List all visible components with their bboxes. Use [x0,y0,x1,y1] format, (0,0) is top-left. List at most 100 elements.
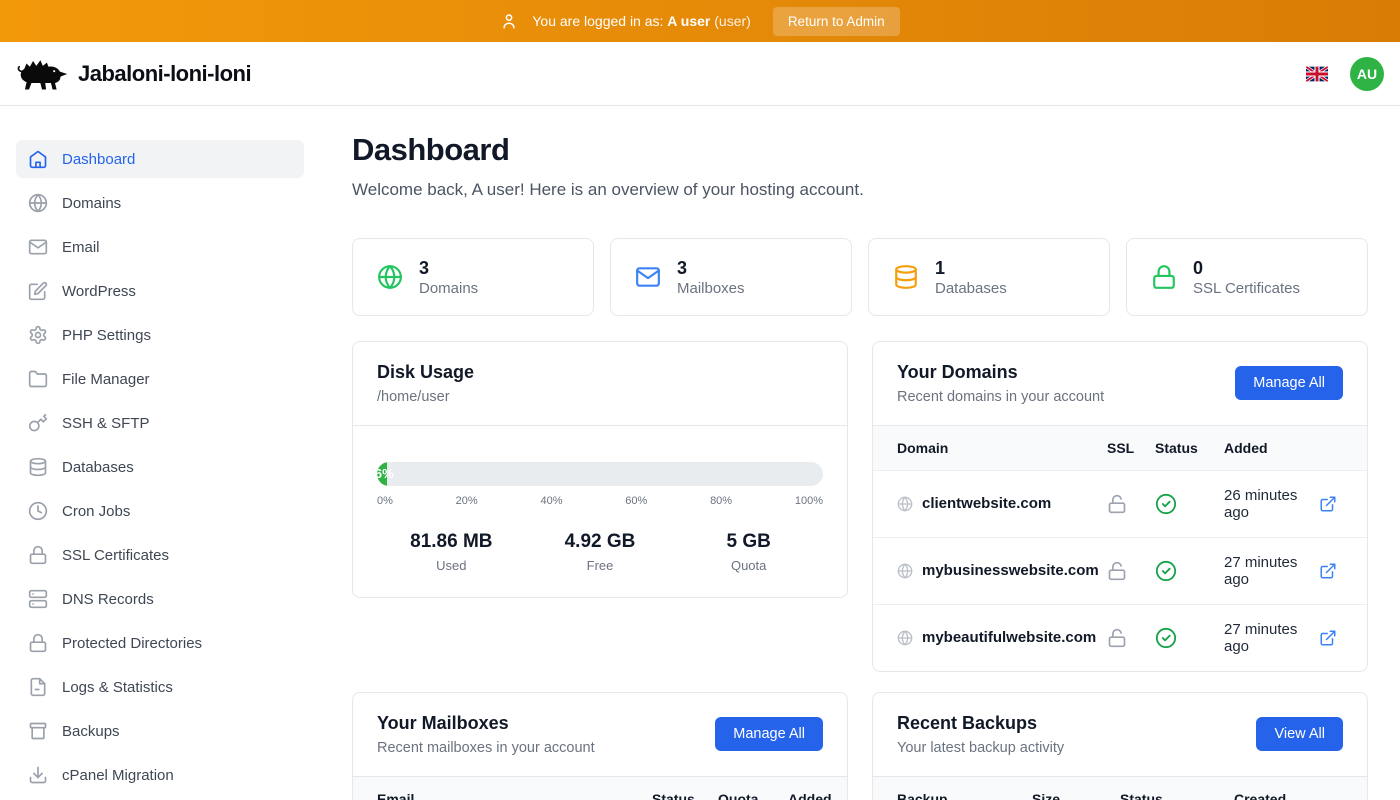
globe-icon [28,193,48,213]
status-active-icon [1155,560,1177,582]
external-link-icon[interactable] [1319,629,1337,647]
external-link-icon[interactable] [1319,495,1337,513]
manage-all-domains-button[interactable]: Manage All [1235,366,1343,400]
mailboxes-card-subtitle: Recent mailboxes in your account [377,740,595,756]
globe-icon [897,563,913,579]
status-active-icon [1155,627,1177,649]
backups-card-subtitle: Your latest backup activity [897,740,1064,756]
disk-stat-free: 4.92 GB Free [526,531,675,573]
stats-row: 3 Domains 3 Mailboxes 1 Databases [352,238,1368,316]
lock-icon [28,545,48,565]
backups-table-header: Backup Size Status Created [873,777,1367,800]
lock-icon [28,633,48,653]
sidebar-item-cpanel-migration[interactable]: cPanel Migration [16,756,304,794]
archive-icon [28,721,48,741]
globe-icon [377,264,403,290]
boar-logo-icon [16,54,68,94]
globe-icon [897,630,913,646]
app-logo[interactable]: Jabaloni-loni-loni [16,54,251,94]
sidebar-item-dashboard[interactable]: Dashboard [16,140,304,178]
sidebar-item-wordpress[interactable]: WordPress [16,272,304,310]
clock-icon [28,501,48,521]
page-title: Dashboard [352,132,1368,168]
database-icon [893,264,919,290]
ssl-unlocked-icon [1107,494,1127,514]
banner-user-name: A user [667,13,710,29]
stat-card-domains[interactable]: 3 Domains [352,238,594,316]
disk-usage-ticks: 0%20%40%60%80%100% [377,495,823,507]
database-icon [28,457,48,477]
domain-added: 27 minutes ago [1224,621,1319,655]
disk-usage-percent: 1.6% [377,462,394,486]
main-content: Dashboard Welcome back, A user! Here is … [320,106,1400,800]
sidebar-item-ssl-certificates[interactable]: SSL Certificates [16,536,304,574]
stat-label: Mailboxes [677,280,745,297]
server-icon [28,589,48,609]
file-text-icon [28,677,48,697]
sidebar-item-dns-records[interactable]: DNS Records [16,580,304,618]
user-icon [500,12,518,30]
globe-icon [897,496,913,512]
stat-value: 0 [1193,257,1300,280]
page-subtitle: Welcome back, A user! Here is an overvie… [352,180,1368,200]
sidebar-item-databases[interactable]: Databases [16,448,304,486]
home-icon [28,149,48,169]
stat-label: SSL Certificates [1193,280,1300,297]
sidebar-item-cron-jobs[interactable]: Cron Jobs [16,492,304,530]
disk-stat-quota: 5 GB Quota [674,531,823,573]
sidebar: Dashboard Domains Email WordPress PHP Se… [0,106,320,800]
gear-icon [28,325,48,345]
folder-icon [28,369,48,389]
domain-added: 27 minutes ago [1224,554,1319,588]
sidebar-item-protected-directories[interactable]: Protected Directories [16,624,304,662]
sidebar-item-logs-statistics[interactable]: Logs & Statistics [16,668,304,706]
stat-value: 3 [419,257,478,280]
disk-usage-title: Disk Usage [377,362,474,383]
mailboxes-card: Your Mailboxes Recent mailboxes in your … [352,692,848,800]
lock-icon [1151,264,1177,290]
impersonation-banner: You are logged in as: A user (user) Retu… [0,0,1400,42]
user-avatar[interactable]: AU [1350,57,1384,91]
stat-value: 3 [677,257,745,280]
external-link-icon[interactable] [1319,562,1337,580]
manage-all-mailboxes-button[interactable]: Manage All [715,717,823,751]
domain-row[interactable]: clientwebsite.com 26 minutes ago [873,470,1367,537]
domains-card-title: Your Domains [897,362,1104,383]
ssl-unlocked-icon [1107,628,1127,648]
stat-label: Domains [419,280,478,297]
sidebar-item-ssh-sftp[interactable]: SSH & SFTP [16,404,304,442]
sidebar-item-backups[interactable]: Backups [16,712,304,750]
domains-card-subtitle: Recent domains in your account [897,389,1104,405]
download-icon [28,765,48,785]
backups-card-title: Recent Backups [897,713,1064,734]
disk-usage-card: Disk Usage /home/user 1.6% 0%20%40%60%80… [352,341,848,598]
stat-card-mailboxes[interactable]: 3 Mailboxes [610,238,852,316]
language-flag-icon[interactable] [1306,66,1328,82]
mail-icon [28,237,48,257]
ssl-unlocked-icon [1107,561,1127,581]
key-icon [28,413,48,433]
domain-row[interactable]: mybeautifulwebsite.com 27 minutes ago [873,604,1367,671]
edit-icon [28,281,48,301]
sidebar-item-php-settings[interactable]: PHP Settings [16,316,304,354]
sidebar-item-email[interactable]: Email [16,228,304,266]
domains-card: Your Domains Recent domains in your acco… [872,341,1368,672]
disk-stat-used: 81.86 MB Used [377,531,526,573]
banner-message: You are logged in as: A user (user) [532,13,750,29]
view-all-backups-button[interactable]: View All [1256,717,1343,751]
sidebar-item-domains[interactable]: Domains [16,184,304,222]
mail-icon [635,264,661,290]
return-to-admin-button[interactable]: Return to Admin [773,7,900,36]
domain-row[interactable]: mybusinesswebsite.com 27 minutes ago [873,537,1367,604]
mailboxes-card-title: Your Mailboxes [377,713,595,734]
stat-label: Databases [935,280,1007,297]
app-title: Jabaloni-loni-loni [78,61,251,87]
sidebar-item-file-manager[interactable]: File Manager [16,360,304,398]
banner-user-role: (user) [714,13,751,29]
mailboxes-table-header: Email Status Quota Added [353,777,847,800]
stat-card-ssl-certificates[interactable]: 0 SSL Certificates [1126,238,1368,316]
stat-value: 1 [935,257,1007,280]
stat-card-databases[interactable]: 1 Databases [868,238,1110,316]
backups-card: Recent Backups Your latest backup activi… [872,692,1368,800]
status-active-icon [1155,493,1177,515]
